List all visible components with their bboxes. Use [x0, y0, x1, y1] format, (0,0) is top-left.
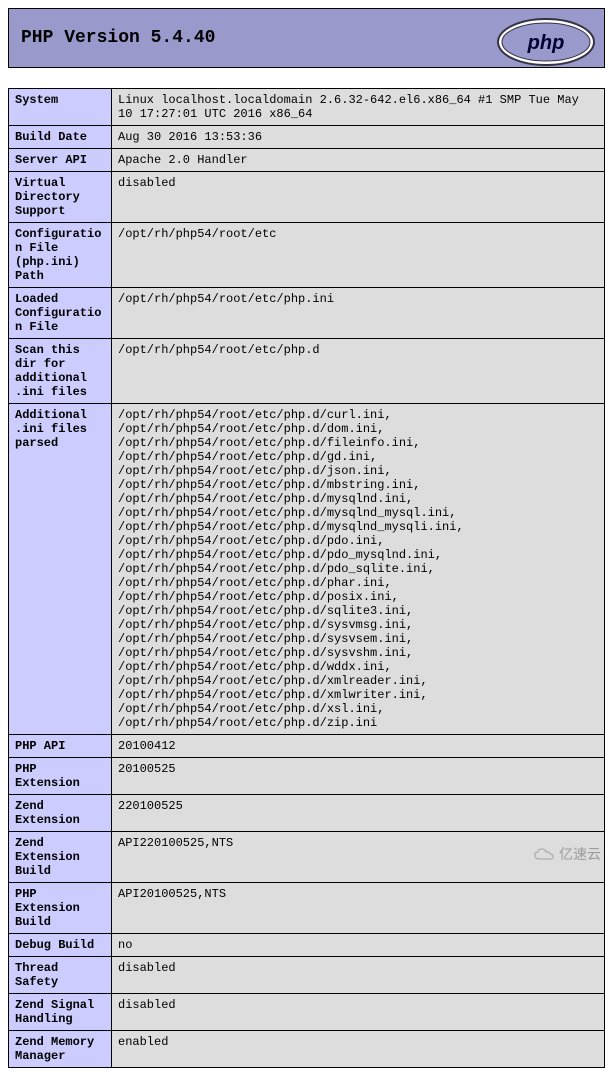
row-value: 20100412	[112, 735, 605, 758]
row-value: disabled	[112, 994, 605, 1031]
row-key: Zend Signal Handling	[9, 994, 112, 1031]
table-row: Server APIApache 2.0 Handler	[9, 149, 605, 172]
table-row: PHP Extension20100525	[9, 758, 605, 795]
row-value: 220100525	[112, 795, 605, 832]
row-key: Additional .ini files parsed	[9, 404, 112, 735]
row-key: Build Date	[9, 126, 112, 149]
table-row: Zend Signal Handlingdisabled	[9, 994, 605, 1031]
row-value: /opt/rh/php54/root/etc/php.d	[112, 339, 605, 404]
row-value: 20100525	[112, 758, 605, 795]
table-row: SystemLinux localhost.localdomain 2.6.32…	[9, 89, 605, 126]
table-row: Thread Safetydisabled	[9, 957, 605, 994]
svg-text:php: php	[527, 32, 565, 54]
row-value: /opt/rh/php54/root/etc	[112, 223, 605, 288]
row-key: PHP Extension Build	[9, 883, 112, 934]
table-row: Build DateAug 30 2016 13:53:36	[9, 126, 605, 149]
row-key: Virtual Directory Support	[9, 172, 112, 223]
row-key: Scan this dir for additional .ini files	[9, 339, 112, 404]
watermark: 亿速云	[533, 844, 601, 864]
table-row: Additional .ini files parsed/opt/rh/php5…	[9, 404, 605, 735]
phpinfo-table: SystemLinux localhost.localdomain 2.6.32…	[8, 88, 605, 1068]
row-key: Zend Extension Build	[9, 832, 112, 883]
row-key: Zend Extension	[9, 795, 112, 832]
row-value: enabled	[112, 1031, 605, 1068]
table-row: Loaded Configuration File/opt/rh/php54/r…	[9, 288, 605, 339]
table-row: PHP Extension BuildAPI20100525,NTS	[9, 883, 605, 934]
header-bar: PHP Version 5.4.40 php	[8, 8, 605, 68]
table-row: Zend Extension BuildAPI220100525,NTS	[9, 832, 605, 883]
row-value: Aug 30 2016 13:53:36	[112, 126, 605, 149]
row-key: Configuration File (php.ini) Path	[9, 223, 112, 288]
row-value: /opt/rh/php54/root/etc/php.d/curl.ini, /…	[112, 404, 605, 735]
table-row: Zend Memory Managerenabled	[9, 1031, 605, 1068]
row-value: /opt/rh/php54/root/etc/php.ini	[112, 288, 605, 339]
row-key: Loaded Configuration File	[9, 288, 112, 339]
row-value: Linux localhost.localdomain 2.6.32-642.e…	[112, 89, 605, 126]
row-key: PHP API	[9, 735, 112, 758]
row-key: Zend Memory Manager	[9, 1031, 112, 1068]
cloud-icon	[533, 846, 555, 862]
row-value: API220100525,NTS	[112, 832, 605, 883]
row-value: no	[112, 934, 605, 957]
row-value: disabled	[112, 957, 605, 994]
row-key: Debug Build	[9, 934, 112, 957]
table-row: Virtual Directory Supportdisabled	[9, 172, 605, 223]
table-row: Zend Extension220100525	[9, 795, 605, 832]
table-row: Configuration File (php.ini) Path/opt/rh…	[9, 223, 605, 288]
row-value: Apache 2.0 Handler	[112, 149, 605, 172]
table-row: Scan this dir for additional .ini files/…	[9, 339, 605, 404]
row-value: API20100525,NTS	[112, 883, 605, 934]
row-key: PHP Extension	[9, 758, 112, 795]
row-key: Thread Safety	[9, 957, 112, 994]
row-key: Server API	[9, 149, 112, 172]
row-key: System	[9, 89, 112, 126]
page-title: PHP Version 5.4.40	[21, 28, 215, 48]
table-row: Debug Buildno	[9, 934, 605, 957]
php-logo-icon: php	[496, 17, 596, 71]
watermark-text: 亿速云	[559, 844, 601, 864]
row-value: disabled	[112, 172, 605, 223]
table-row: PHP API20100412	[9, 735, 605, 758]
